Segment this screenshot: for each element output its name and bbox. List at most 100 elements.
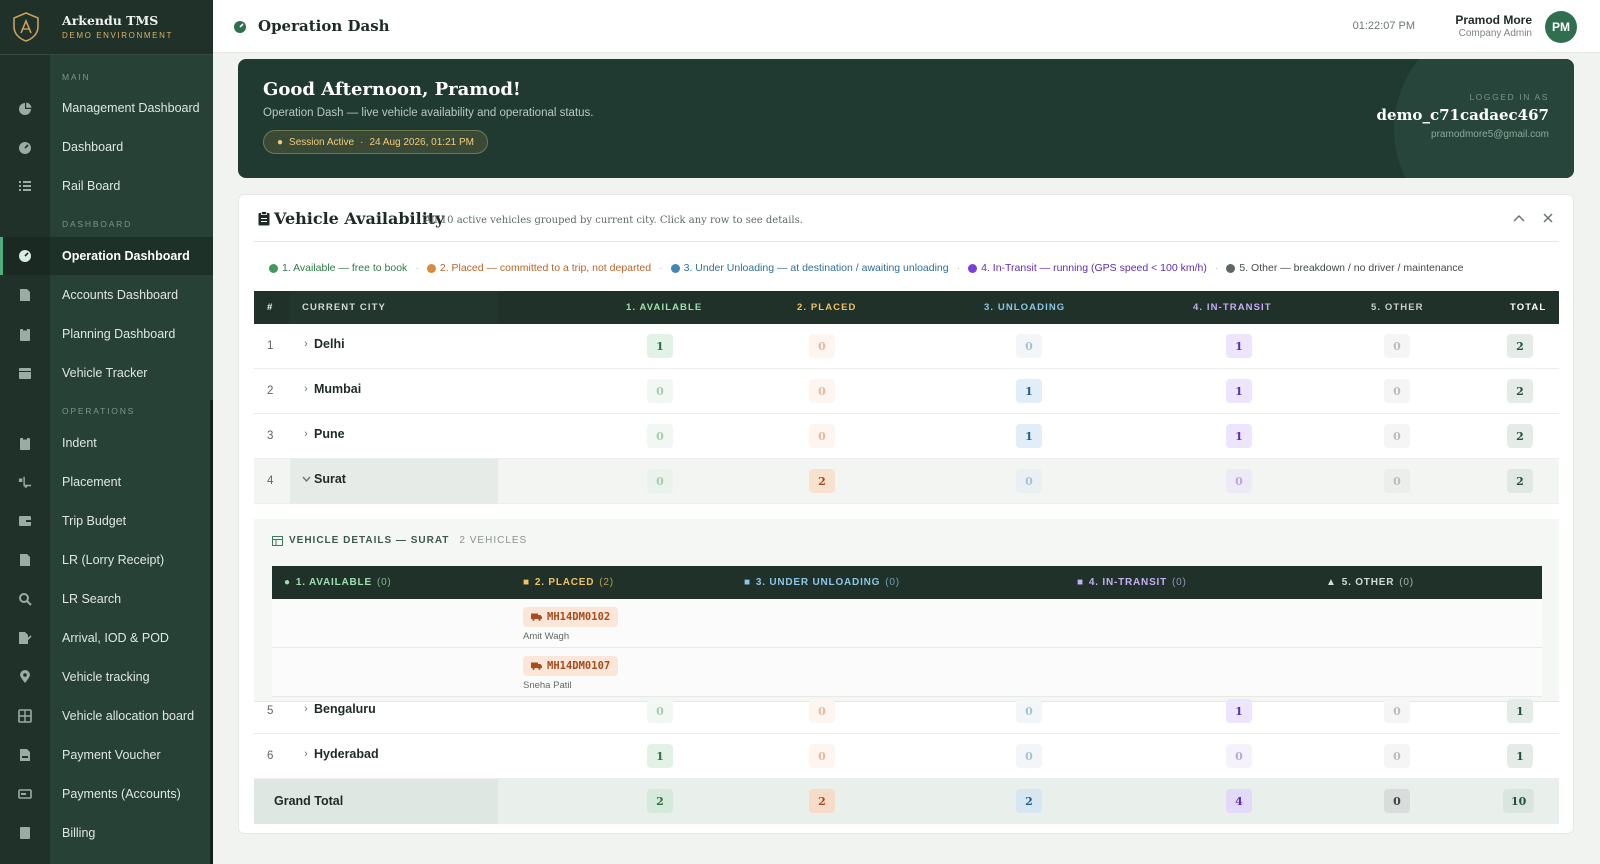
banner-subtitle: Operation Dash — live vehicle availabili… <box>263 107 594 119</box>
gauge-icon[interactable] <box>18 249 32 263</box>
logged-in-email: pramodmore5@gmail.com <box>1431 129 1549 140</box>
table-row-expanded[interactable]: 4 Surat 0 2 0 0 0 2 <box>254 459 1559 504</box>
sidebar-item-lr-lorry-receipt[interactable]: LR (Lorry Receipt) <box>50 541 213 579</box>
chevron-right-icon[interactable]: › <box>301 703 311 715</box>
details-count: 2 VEHICLES <box>459 535 528 546</box>
pie-chart-icon[interactable] <box>18 102 32 116</box>
legend-separator: · <box>415 262 419 274</box>
col-header-city[interactable]: CURRENT CITY <box>302 302 386 313</box>
file-icon[interactable] <box>18 553 32 567</box>
sidebar-item-lr-search[interactable]: LR Search <box>50 580 213 618</box>
in-transit-count: 0 <box>1226 469 1252 493</box>
user-name[interactable]: Pramod More <box>1455 13 1532 27</box>
wallet-icon[interactable] <box>18 514 32 528</box>
gauge-icon[interactable] <box>18 141 32 155</box>
sidebar-item-indent[interactable]: Indent <box>50 424 213 462</box>
total-available: 2 <box>647 789 673 813</box>
col-header-other[interactable]: 5. OTHER <box>1371 302 1424 313</box>
in-transit-count: 1 <box>1226 424 1252 448</box>
table-row[interactable]: 5 › Bengaluru 0 0 0 1 0 1 <box>254 689 1559 734</box>
vehicle-chip[interactable]: MH14DM0107 <box>523 656 619 676</box>
sidebar-item-dashboard[interactable]: Dashboard <box>50 128 213 166</box>
details-column-header: ● 1. AVAILABLE (0) ■ 2. PLACED (2) ■ 3. UNDER… <box>272 566 1542 599</box>
user-role: Company Admin <box>1458 28 1532 39</box>
vehicle-availability-card: Vehicle Availability All 10 active vehic… <box>238 194 1574 834</box>
clipboard-icon[interactable] <box>18 327 32 341</box>
table-row[interactable]: 1 › Delhi 1 0 0 1 0 2 <box>254 324 1559 369</box>
sidebar-item-payment-voucher[interactable]: Payment Voucher <box>50 736 213 774</box>
total-count: 2 <box>1507 424 1533 448</box>
sidebar-item-placement[interactable]: Placement <box>50 463 213 501</box>
sidebar-item-rail-board[interactable]: Rail Board <box>50 167 213 205</box>
available-count: 0 <box>647 469 673 493</box>
vehicle-chip[interactable]: MH14DM0102 <box>523 607 619 627</box>
list-icon[interactable] <box>18 179 32 193</box>
table-row[interactable]: 3 › Pune 0 0 1 1 0 2 <box>254 414 1559 459</box>
col-header-in-transit[interactable]: 4. IN-TRANSIT <box>1193 302 1272 313</box>
total-unloading: 2 <box>1016 789 1042 813</box>
card-header: Vehicle Availability All 10 active vehic… <box>254 195 1559 242</box>
col-header-total[interactable]: TOTAL <box>1510 302 1546 313</box>
sidebar-item-management-dashboard[interactable]: Management Dashboard <box>50 89 213 127</box>
purple-dot-icon <box>968 263 978 273</box>
chevron-right-icon[interactable]: › <box>301 428 311 440</box>
sidebar-item-planning-dashboard[interactable]: Planning Dashboard <box>50 315 213 353</box>
orange-dot-icon <box>426 263 436 273</box>
chevron-down-icon[interactable] <box>301 473 311 485</box>
sidebar-item-accounts-dashboard[interactable]: Accounts Dashboard <box>50 276 213 314</box>
details-col-count: (2) <box>599 577 614 588</box>
sidebar-item-vehicle-allocation-board[interactable]: Vehicle allocation board <box>50 697 213 735</box>
grid-icon[interactable] <box>18 709 32 723</box>
legend-unloading: 3. Under Unloading — at destination / aw… <box>670 262 949 274</box>
brand-title: Arkendu TMS <box>62 13 159 28</box>
col-header-unloading[interactable]: 3. UNLOADING <box>984 302 1065 313</box>
table-row[interactable]: 6 › Hyderabad 1 0 0 0 0 1 <box>254 734 1559 779</box>
legend-label: 2. Placed — committed to a trip, not dep… <box>439 262 652 274</box>
unloading-count: 0 <box>1016 469 1042 493</box>
gray-dot-icon <box>1226 263 1236 273</box>
sidebar-item-trip-budget[interactable]: Trip Budget <box>50 502 213 540</box>
col-header-available[interactable]: 1. AVAILABLE <box>626 302 702 313</box>
file-icon[interactable] <box>18 288 32 302</box>
section-label-main: MAIN <box>62 72 91 82</box>
sidebar-item-payments-accounts[interactable]: Payments (Accounts) <box>50 775 213 813</box>
sidebar-item-vehicle-tracking[interactable]: Vehicle tracking <box>50 658 213 696</box>
total-total: 10 <box>1503 789 1535 813</box>
sidebar-item-billing[interactable]: Billing <box>50 814 213 852</box>
truck-loading-icon[interactable] <box>18 475 32 489</box>
sidebar-item-operation-dashboard[interactable]: Operation Dashboard <box>50 237 213 275</box>
driver-name: Amit Wagh <box>523 631 570 642</box>
calendar-icon[interactable] <box>18 366 32 380</box>
sidebar-item-arrival-iod-pod[interactable]: Arrival, IOD & POD <box>50 619 213 657</box>
available-count: 0 <box>647 379 673 403</box>
money-icon[interactable] <box>18 787 32 801</box>
green-dot-icon <box>269 263 278 273</box>
unloading-count: 0 <box>1016 699 1042 723</box>
chevron-right-icon[interactable]: › <box>301 748 311 760</box>
status-legend: 1. Available — free to book · 2. Placed … <box>269 262 1464 274</box>
card-subtitle: All 10 active vehicles grouped by curren… <box>424 215 803 226</box>
receipt-icon[interactable] <box>18 826 32 840</box>
collapse-icon[interactable] <box>1510 209 1528 227</box>
location-pin-icon[interactable] <box>18 670 32 684</box>
route-icon: ■ <box>1077 577 1084 588</box>
close-icon[interactable] <box>1539 209 1557 227</box>
unloading-count: 1 <box>1016 424 1042 448</box>
sidebar-item-vehicle-tracker[interactable]: Vehicle Tracker <box>50 354 213 392</box>
details-col-count: (0) <box>376 577 392 588</box>
details-col-count: (0) <box>1399 577 1414 588</box>
file-invoice-icon[interactable] <box>18 748 32 762</box>
chevron-right-icon[interactable]: › <box>301 383 311 395</box>
table-row[interactable]: 2 › Mumbai 0 0 1 1 0 2 <box>254 369 1559 414</box>
legend-label: 1. Available — free to book <box>282 262 408 274</box>
top-bar: Operation Dash 01:22:07 PM Pramod More C… <box>213 0 1600 53</box>
search-icon[interactable] <box>18 592 32 606</box>
clipboard-icon <box>258 211 270 226</box>
icon-rail <box>0 0 50 864</box>
avatar[interactable]: PM <box>1545 11 1577 43</box>
clipboard-icon[interactable] <box>18 436 32 450</box>
file-signature-icon[interactable] <box>18 631 32 645</box>
chevron-right-icon[interactable]: › <box>301 338 311 350</box>
row-index: 1 <box>267 340 274 352</box>
col-header-placed[interactable]: 2. PLACED <box>797 302 857 313</box>
